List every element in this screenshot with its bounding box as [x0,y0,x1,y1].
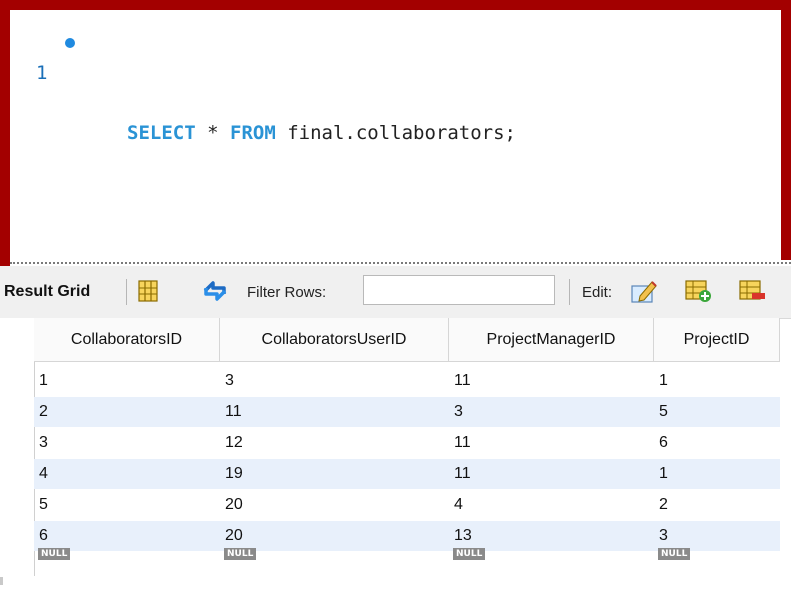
table-cell[interactable]: 4 [34,459,220,489]
edit-pencil-icon[interactable] [630,278,658,304]
result-toolbar: Result Grid Filter Rows: Edit: [0,266,791,319]
table-cell[interactable]: 3 [449,397,654,427]
frame-right [781,0,791,260]
null-placeholder[interactable]: NULL [38,548,71,560]
table-row[interactable]: 5 20 4 2 [34,490,780,520]
table-cell[interactable]: 6 [654,428,780,458]
table-cell[interactable]: 11 [449,366,654,396]
code-line-1[interactable]: 1 SELECT * FROM final.collaborators; [10,28,781,144]
edit-label: Edit: [582,284,613,301]
null-placeholder[interactable]: NULL [453,548,486,560]
bullet-icon [65,38,75,48]
column-header[interactable]: ProjectManagerID [449,318,654,362]
table-cell[interactable]: 13 [449,521,654,551]
table-cell[interactable]: 11 [449,428,654,458]
gutter-marker [0,577,3,585]
sql-statement[interactable]: SELECT * FROM final.collaborators; [127,118,516,148]
table-cell[interactable]: 2 [34,397,220,427]
keyword-select: SELECT [127,122,196,144]
table-row[interactable]: 6 20 13 3 [34,521,780,551]
result-grid-label[interactable]: Result Grid [4,283,90,301]
table-row[interactable]: 1 3 11 1 [34,366,780,396]
delete-row-icon[interactable] [738,278,766,304]
filter-rows-label: Filter Rows: [247,284,327,301]
table-cell[interactable]: 11 [220,397,449,427]
table-row[interactable]: 4 19 11 1 [34,459,780,489]
select-star: * [207,122,219,144]
table-cell[interactable]: 20 [220,490,449,520]
line-number: 1 [36,62,48,84]
table-cell[interactable]: 20 [220,521,449,551]
sql-editor[interactable]: 1 SELECT * FROM final.collaborators; [10,10,781,260]
table-row[interactable]: 3 12 11 6 [34,428,780,458]
table-cell[interactable]: 4 [449,490,654,520]
grid-header-row: CollaboratorsID CollaboratorsUserID Proj… [34,318,791,362]
table-cell[interactable]: 12 [220,428,449,458]
refresh-icon[interactable] [200,279,230,303]
toolbar-separator [126,279,127,305]
table-name: final.collaborators; [287,122,516,144]
column-header[interactable]: CollaboratorsID [34,318,220,362]
null-placeholder[interactable]: NULL [658,548,691,560]
column-header[interactable]: CollaboratorsUserID [220,318,449,362]
table-row[interactable]: 2 11 3 5 [34,397,780,427]
grid-layout-icon[interactable] [138,280,158,302]
table-cell[interactable]: 5 [34,490,220,520]
column-header[interactable]: ProjectID [654,318,780,362]
table-cell[interactable]: 3 [220,366,449,396]
table-cell[interactable]: 3 [654,521,780,551]
filter-rows-input[interactable] [363,275,555,305]
table-cell[interactable]: 1 [654,459,780,489]
null-placeholder[interactable]: NULL [224,548,257,560]
toolbar-separator [569,279,570,305]
table-cell[interactable]: 5 [654,397,780,427]
add-row-icon[interactable] [684,278,712,304]
table-cell[interactable]: 3 [34,428,220,458]
frame-top [0,0,791,10]
row-header-gutter [0,318,35,576]
table-cell[interactable]: 1 [34,366,220,396]
table-cell[interactable]: 11 [449,459,654,489]
table-cell[interactable]: 19 [220,459,449,489]
table-cell[interactable]: 2 [654,490,780,520]
keyword-from: FROM [230,122,276,144]
panel-splitter[interactable] [10,262,791,264]
table-cell[interactable]: 6 [34,521,220,551]
table-cell[interactable]: 1 [654,366,780,396]
